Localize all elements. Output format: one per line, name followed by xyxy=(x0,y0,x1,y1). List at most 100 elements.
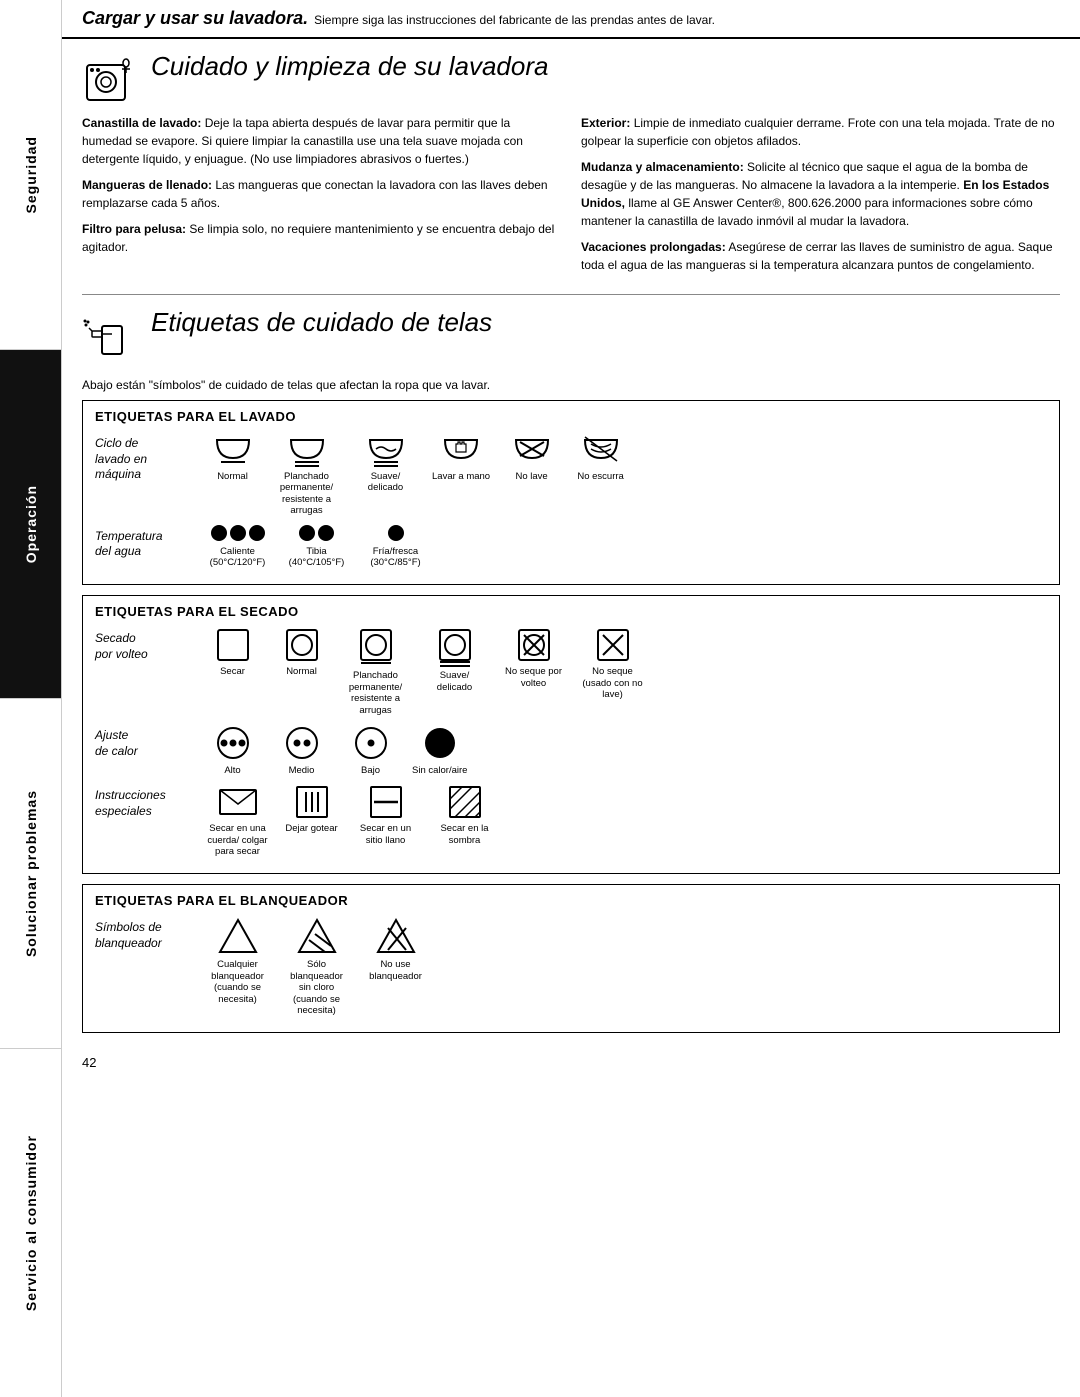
calor-label: Ajustede calor xyxy=(95,724,205,759)
wash-normal-icon: Normal xyxy=(205,432,260,482)
section1-title: Cuidado y limpieza de su lavadora xyxy=(151,51,548,82)
page-number: 42 xyxy=(62,1047,1080,1078)
lavado-row-ciclo: Ciclo delavado enmáquina Normal xyxy=(95,432,1047,517)
dot2 xyxy=(230,525,246,541)
vacaciones-text: Vacaciones prolongadas: Asegúrese de cer… xyxy=(581,238,1060,274)
bleach-any-label: Cualquier blanqueador (cuando se necesit… xyxy=(205,959,270,1005)
dry-dry-label: Secar xyxy=(220,666,245,677)
temp-cold-dots xyxy=(388,525,404,541)
section1-title-wrap: Cuidado y limpieza de su lavadora xyxy=(151,51,548,86)
section1-icon xyxy=(82,55,137,110)
mudanza-lead: Mudanza y almacenamiento: xyxy=(581,160,744,174)
section2-title-wrap: Etiquetas de cuidado de telas xyxy=(151,307,492,342)
special-shade-icon: Secar en la sombra xyxy=(432,784,497,846)
wash-permanent-icon: Planchado permanente/ resistente a arrug… xyxy=(274,432,339,517)
dot2 xyxy=(318,525,334,541)
temp-hot-icon: Caliente (50°C/120°F) xyxy=(205,525,270,569)
wash-nodrip-label: No escurra xyxy=(577,471,623,482)
heat-medium-icon: Medio xyxy=(274,724,329,776)
mudanza-text: Mudanza y almacenamiento: Solicite al té… xyxy=(581,158,1060,230)
section2-title: Etiquetas de cuidado de telas xyxy=(151,307,492,338)
exterior-lead: Exterior: xyxy=(581,116,630,130)
section1-header: Cuidado y limpieza de su lavadora xyxy=(62,39,1080,114)
special-flat-icon: Secar en un sitio llano xyxy=(353,784,418,846)
blanqueador-label: Símbolos deblanqueador xyxy=(95,916,205,951)
page-header: Cargar y usar su lavadora. Siempre siga … xyxy=(62,0,1080,39)
heat-none-label: Sin calor/aire xyxy=(412,765,467,776)
heat-low-label: Bajo xyxy=(361,765,380,776)
col-left: Canastilla de lavado: Deje la tapa abier… xyxy=(82,114,561,282)
sidebar-section-operacion: Operación xyxy=(0,350,61,700)
temp-warm-label: Tibia (40°C/105°F) xyxy=(284,546,349,569)
section2-icon xyxy=(82,311,137,366)
bleach-no-icon: No use blanqueador xyxy=(363,916,428,982)
page-container: Seguridad Operación Solucionar problemas… xyxy=(0,0,1080,1397)
special-shade-label: Secar en la sombra xyxy=(432,823,497,846)
secado-row-calor: Ajustede calor Alto xyxy=(95,724,1047,776)
col-right: Exterior: Limpie de inmediato cualquier … xyxy=(581,114,1060,282)
etiquetas-intro: Abajo están "símbolos" de cuidado de tel… xyxy=(82,378,1060,392)
dot1 xyxy=(299,525,315,541)
wash-normal-label: Normal xyxy=(217,471,248,482)
especiales-icons: Secar en una cuerda/ colgar para secar D… xyxy=(205,784,497,857)
dry-nox-icon: No seque (usado con no lave) xyxy=(580,627,645,700)
wash-hand-icon: Lavar a mano xyxy=(432,432,490,482)
temp-icons: Caliente (50°C/120°F) Tibia (40°C/105°F) xyxy=(205,525,428,569)
temp-cold-icon: Fría/fresca (30°C/85°F) xyxy=(363,525,428,569)
lavado-row-temp: Temperaturadel agua Caliente (50°C/120°F… xyxy=(95,525,1047,569)
canastilla-lead: Canastilla de lavado: xyxy=(82,116,201,130)
heat-none-icon: Sin calor/aire xyxy=(412,724,467,776)
dot3 xyxy=(249,525,265,541)
blanqueador-box: ETIQUETAS PARA EL BLANQUEADOR Símbolos d… xyxy=(82,884,1060,1033)
heat-high-label: Alto xyxy=(224,765,240,776)
wash-delicate-label: Suave/ delicado xyxy=(353,471,418,494)
dry-nox-label: No seque (usado con no lave) xyxy=(580,666,645,700)
wash-permanent-label: Planchado permanente/ resistente a arrug… xyxy=(274,471,339,517)
bleach-nonchlor-icon: Sólo blanqueador sin cloro (cuando se ne… xyxy=(284,916,349,1016)
bleach-no-label: No use blanqueador xyxy=(363,959,428,982)
dry-normal-label: Normal xyxy=(286,666,317,677)
dry-no-icon: No seque por volteo xyxy=(501,627,566,689)
heat-medium-label: Medio xyxy=(289,765,315,776)
dry-permanent-label: Planchado permanente/ resistente a arrug… xyxy=(343,670,408,716)
vacaciones-lead: Vacaciones prolongadas: xyxy=(581,240,726,254)
temp-warm-icon: Tibia (40°C/105°F) xyxy=(284,525,349,569)
blanqueador-row: Símbolos deblanqueador Cualquier blanque… xyxy=(95,916,1047,1016)
secado-title: ETIQUETAS PARA EL SECADO xyxy=(95,604,1047,619)
secado-row-especiales: Instruccionesespeciales Secar en una cue… xyxy=(95,784,1047,857)
bleach-nonchlor-label: Sólo blanqueador sin cloro (cuando se ne… xyxy=(284,959,349,1016)
header-subtitle: Siempre siga las instrucciones del fabri… xyxy=(314,13,715,27)
dot1 xyxy=(211,525,227,541)
section2-header: Etiquetas de cuidado de telas xyxy=(62,295,1080,370)
wash-no-label: No lave xyxy=(515,471,547,482)
filtro-lead: Filtro para pelusa: xyxy=(82,222,186,236)
wash-delicate-icon: Suave/ delicado xyxy=(353,432,418,494)
sidebar-label-solucionar: Solucionar problemas xyxy=(23,790,39,957)
volteo-icons: Secar Normal xyxy=(205,627,645,716)
sidebar-section-servicio: Servicio al consumidor xyxy=(0,1049,61,1397)
special-drip-icon: Dejar gotear xyxy=(284,784,339,834)
exterior-text: Exterior: Limpie de inmediato cualquier … xyxy=(581,114,1060,150)
main-content: Cargar y usar su lavadora. Siempre siga … xyxy=(62,0,1080,1397)
header-title: Cargar y usar su lavadora. xyxy=(82,8,308,29)
temp-hot-label: Caliente (50°C/120°F) xyxy=(205,546,270,569)
special-line-label: Secar en una cuerda/ colgar para secar xyxy=(205,823,270,857)
special-flat-label: Secar en un sitio llano xyxy=(353,823,418,846)
wash-nodrip-icon: No escurra xyxy=(573,432,628,482)
sidebar: Seguridad Operación Solucionar problemas… xyxy=(0,0,62,1397)
blanqueador-title: ETIQUETAS PARA EL BLANQUEADOR xyxy=(95,893,1047,908)
section1-text: Canastilla de lavado: Deje la tapa abier… xyxy=(62,114,1080,294)
secado-box: ETIQUETAS PARA EL SECADO Secadopor volte… xyxy=(82,595,1060,874)
dot1 xyxy=(388,525,404,541)
mangueras-text: Mangueras de llenado: Las mangueras que … xyxy=(82,176,561,212)
temp-warm-dots xyxy=(299,525,334,541)
sidebar-label-operacion: Operación xyxy=(23,485,39,563)
sidebar-label-seguridad: Seguridad xyxy=(23,136,39,213)
lavado-box: ETIQUETAS PARA EL LAVADO Ciclo delavado … xyxy=(82,400,1060,585)
wash-no-icon: No lave xyxy=(504,432,559,482)
mangueras-lead: Mangueras de llenado: xyxy=(82,178,212,192)
heat-high-icon: Alto xyxy=(205,724,260,776)
blanqueador-icons: Cualquier blanqueador (cuando se necesit… xyxy=(205,916,428,1016)
dry-delicate-label: Suave/ delicado xyxy=(422,670,487,693)
wash-hand-label: Lavar a mano xyxy=(432,471,490,482)
